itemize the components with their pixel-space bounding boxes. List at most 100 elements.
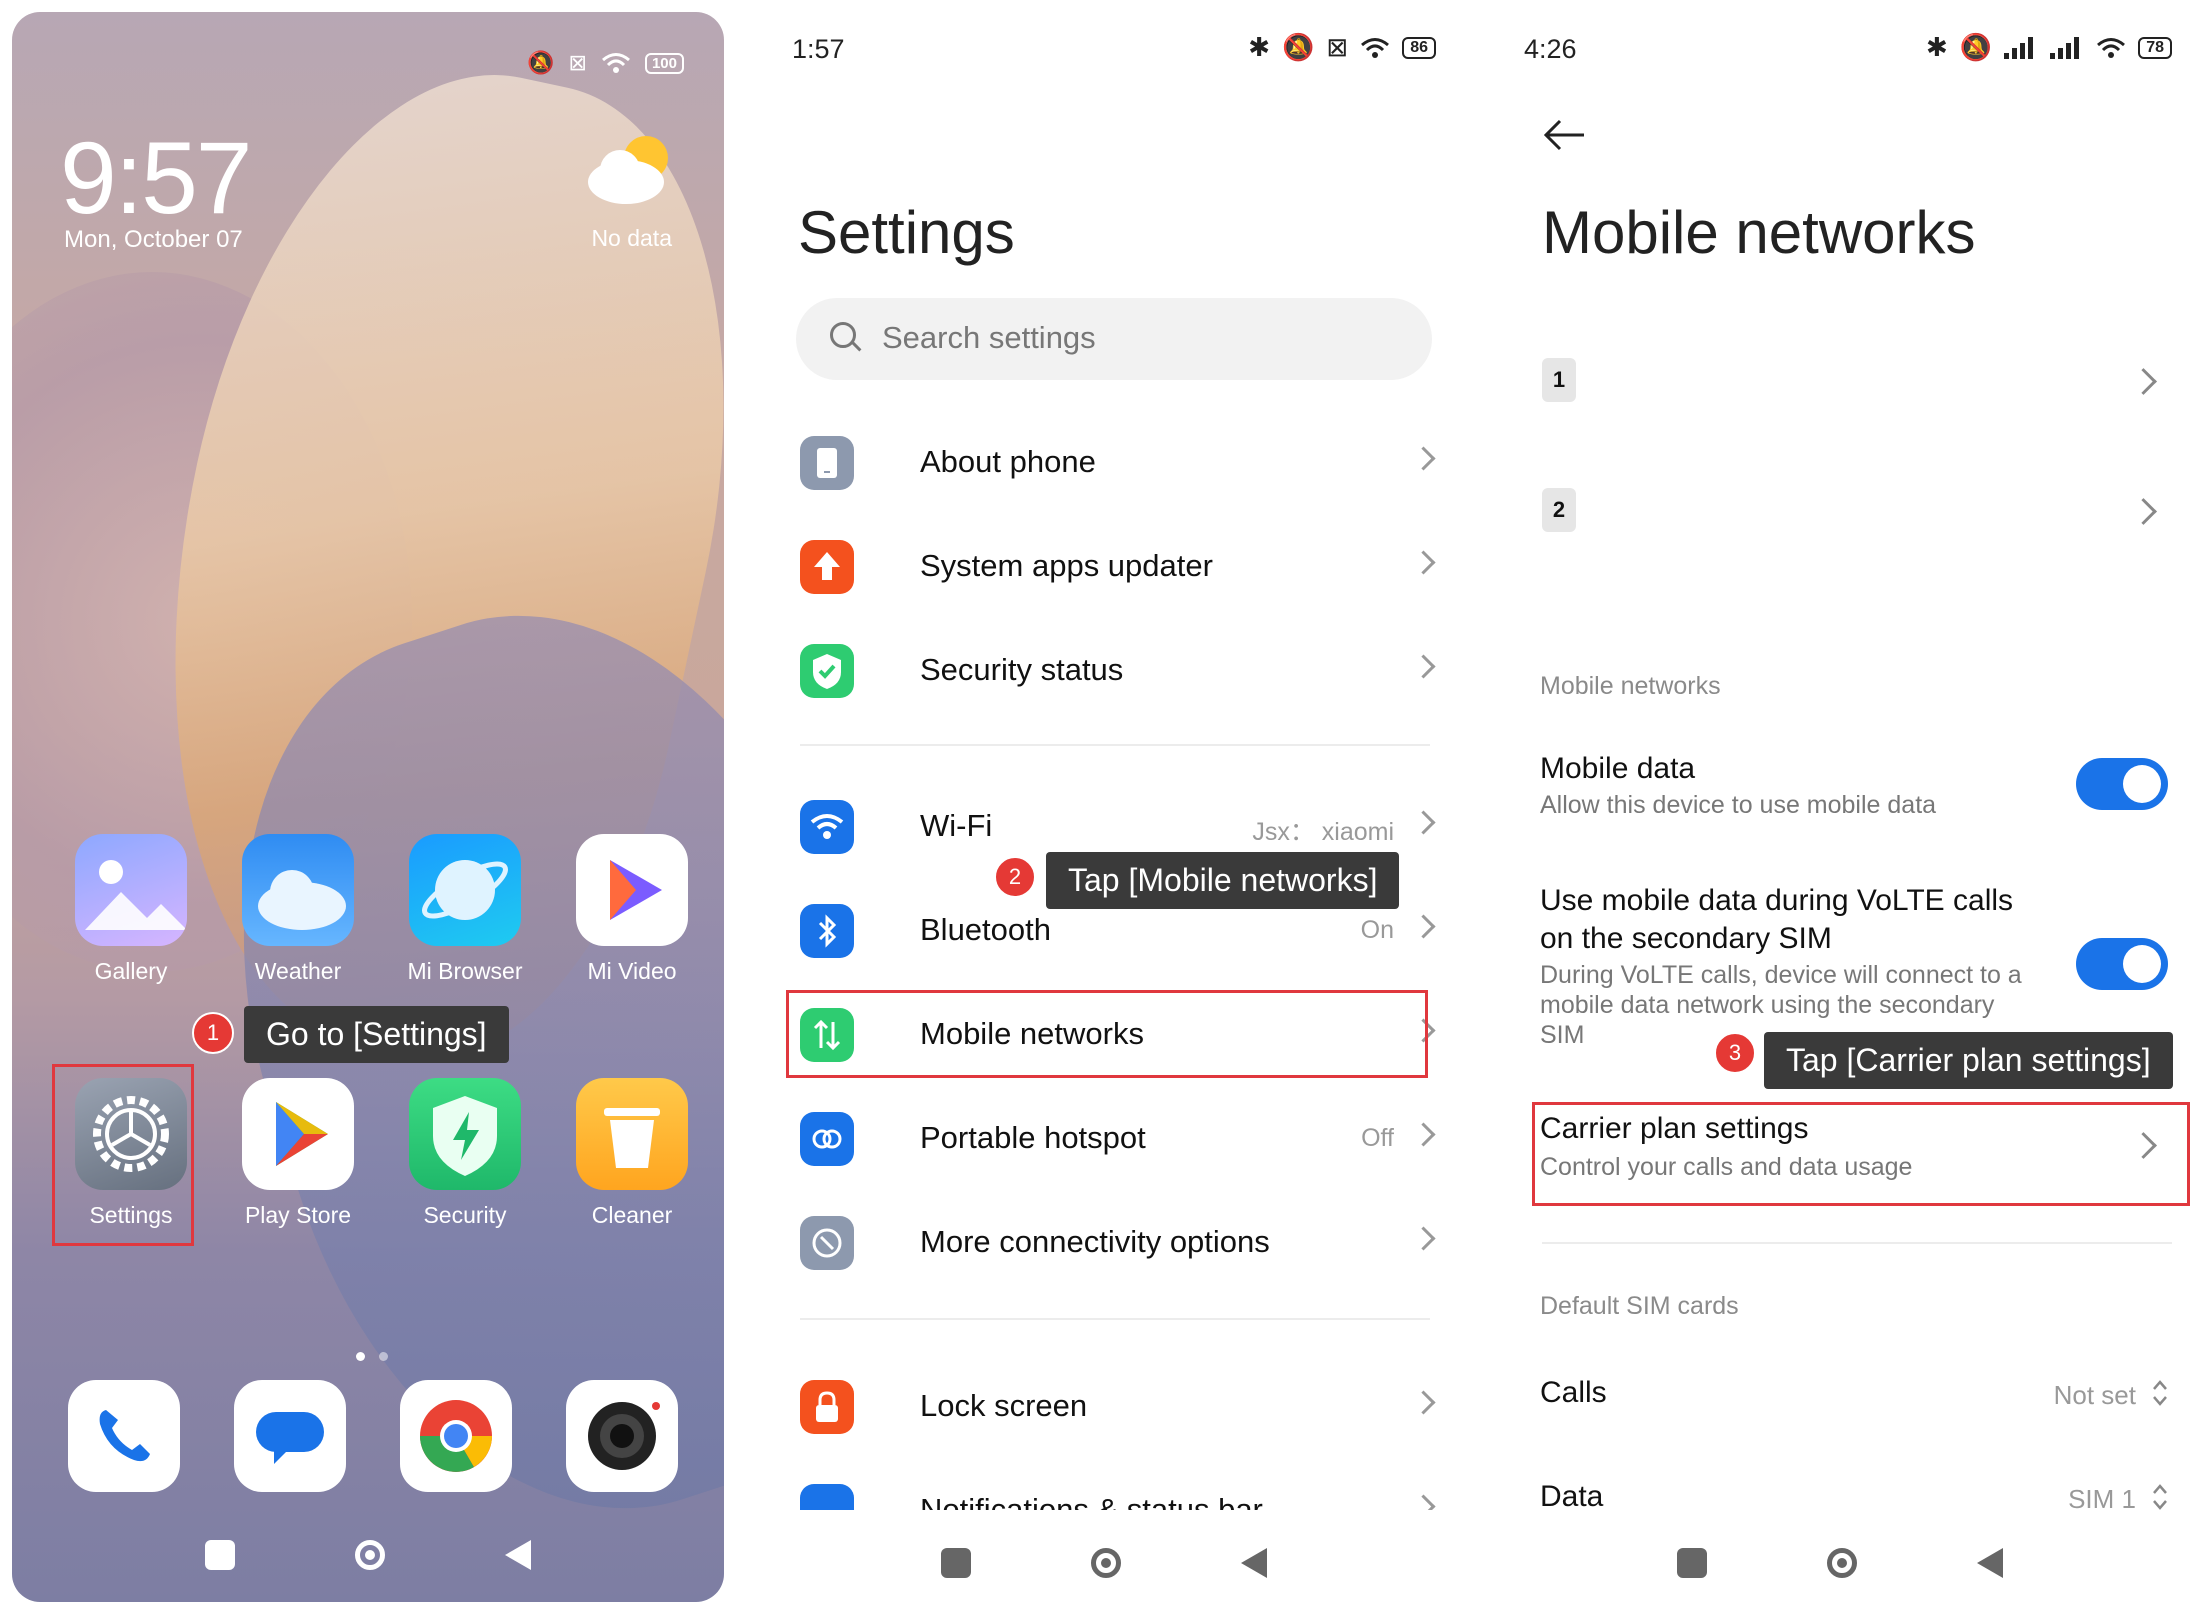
divider [800, 744, 1430, 746]
divider [800, 1318, 1430, 1320]
highlight-box [52, 1064, 194, 1246]
weather-app-icon [242, 834, 354, 946]
recents-button[interactable] [205, 1540, 235, 1570]
chevron-right-icon [1411, 654, 1436, 679]
app-mi-browser[interactable]: Mi Browser [390, 834, 540, 985]
page-indicator [356, 1352, 388, 1361]
mobile-data-subtitle: Allow this device to use mobile data [1540, 791, 1937, 819]
app-gallery[interactable]: Gallery [56, 834, 206, 985]
recents-button[interactable] [941, 1548, 971, 1578]
settings-item-portable-hotspot[interactable]: Portable hotspot Off [796, 1100, 1436, 1180]
volte-title: Use mobile data during VoLTE calls [1540, 884, 2014, 917]
item-label: About phone [920, 444, 1096, 479]
app-security[interactable]: Security [390, 1078, 540, 1229]
chevron-right-icon [2130, 368, 2157, 395]
app-mi-video[interactable]: Mi Video [557, 834, 707, 985]
wifi-icon [1361, 37, 1390, 58]
up-down-chevron-icon [2153, 1484, 2167, 1510]
chevron-right-icon [2130, 498, 2157, 525]
navigation-bar [12, 1540, 724, 1570]
app-play-store[interactable]: Play Store [223, 1078, 373, 1229]
weather-cloud-icon[interactable] [582, 130, 678, 210]
battery-indicator: 86 [1402, 36, 1436, 59]
settings-item-security-status[interactable]: Security status [796, 632, 1436, 712]
volte-subtitle: mobile data network using the secondary [1540, 991, 1995, 1019]
settings-item-lock-screen[interactable]: Lock screen [796, 1368, 1436, 1448]
mobile-data-title: Mobile data [1540, 752, 1696, 785]
app-weather[interactable]: Weather [223, 834, 373, 985]
item-label: System apps updater [920, 548, 1213, 583]
wifi-icon [2097, 37, 2126, 58]
settings-item-system-apps-updater[interactable]: System apps updater [796, 528, 1436, 608]
volte-toggle[interactable] [2076, 938, 2168, 990]
chevron-right-icon [1411, 1122, 1436, 1147]
dock-chrome[interactable] [400, 1380, 512, 1492]
chevron-right-icon [1411, 1494, 1436, 1510]
dock-messages[interactable] [234, 1380, 346, 1492]
volte-title: on the secondary SIM [1540, 922, 1832, 955]
settings-item-more-connectivity[interactable]: More connectivity options [796, 1204, 1436, 1284]
dock-phone[interactable] [68, 1380, 180, 1492]
page-title: Settings [798, 199, 1015, 266]
settings-item-bluetooth[interactable]: Bluetooth On [796, 892, 1436, 972]
highlight-box [786, 990, 1428, 1078]
item-label: More connectivity options [920, 1224, 1270, 1259]
bluetooth-icon: ✱ [1926, 32, 1948, 62]
item-value: Jsx： xiaomi [1252, 818, 1394, 846]
recents-button[interactable] [1677, 1548, 1707, 1578]
wifi-icon [602, 53, 630, 73]
search-placeholder: Search settings [882, 320, 1096, 355]
mute-icon: 🔕 [1959, 32, 1993, 62]
app-label: Mi Video [587, 958, 677, 984]
clock-widget[interactable]: 9:57 [60, 120, 253, 237]
item-label: Bluetooth [920, 912, 1051, 947]
divider [1542, 1242, 2172, 1244]
data-label: Data [1540, 1480, 1604, 1513]
highlight-box [1532, 1102, 2190, 1206]
app-label: Play Store [244, 1202, 352, 1228]
search-input[interactable]: Search settings [796, 298, 1432, 380]
phone-icon [800, 436, 854, 490]
mobile-data-toggle[interactable] [2076, 758, 2168, 810]
app-label: Security [423, 1202, 507, 1228]
back-button[interactable] [505, 1540, 531, 1570]
dock-camera[interactable] [566, 1380, 678, 1492]
step-tooltip: Go to [Settings] [244, 1006, 509, 1063]
link-icon [800, 1216, 854, 1270]
volte-subtitle: During VoLTE calls, device will connect … [1540, 961, 2022, 989]
settings-item-about-phone[interactable]: About phone [796, 424, 1436, 504]
chevron-right-icon [1411, 446, 1436, 471]
cleaner-trash-icon [576, 1078, 688, 1190]
app-cleaner[interactable]: Cleaner [557, 1078, 707, 1229]
home-button[interactable] [1827, 1548, 1857, 1578]
item-value: Off [1361, 1124, 1394, 1152]
hotspot-icon [800, 1112, 854, 1166]
no-sim-icon: ⊠ [1326, 32, 1349, 62]
sim-badge: 2 [1542, 488, 1576, 532]
settings-item-notifications[interactable]: Notifications & status bar [796, 1472, 1436, 1510]
battery-indicator: 100 [644, 52, 684, 74]
settings-panel: 1:57 ✱ 🔕 ⊠ 86 Settings Search settings A… [736, 0, 1472, 1620]
back-button[interactable] [1977, 1548, 2003, 1578]
back-arrow-icon[interactable] [1542, 118, 1586, 152]
sim-badge: 1 [1542, 358, 1576, 402]
browser-planet-icon [409, 834, 521, 946]
section-header: Mobile networks [1540, 672, 1721, 700]
home-button[interactable] [1091, 1548, 1121, 1578]
gallery-icon [75, 834, 187, 946]
calls-label: Calls [1540, 1376, 1607, 1409]
battery-indicator: 78 [2138, 36, 2172, 59]
date-text: Mon, October 07 [64, 226, 243, 253]
home-screen-panel: 🔕 ⊠ 100 9:57 Mon, October 07 No data Gal… [0, 0, 736, 1620]
back-button[interactable] [1241, 1548, 1267, 1578]
chevron-right-icon [1411, 810, 1436, 835]
security-shield-icon [409, 1078, 521, 1190]
status-bar: ✱ 🔕 ⊠ 86 [1248, 32, 1436, 63]
navigation-bar [1472, 1548, 2208, 1578]
lock-icon [800, 1380, 854, 1434]
home-button[interactable] [355, 1540, 385, 1570]
mobile-networks-panel: 4:26 ✱ 🔕 78 Mobile networks 1 2 Mobile n… [1472, 0, 2208, 1620]
volte-subtitle: SIM [1540, 1021, 1585, 1049]
chevron-right-icon [1411, 914, 1436, 939]
item-value: On [1360, 916, 1394, 944]
